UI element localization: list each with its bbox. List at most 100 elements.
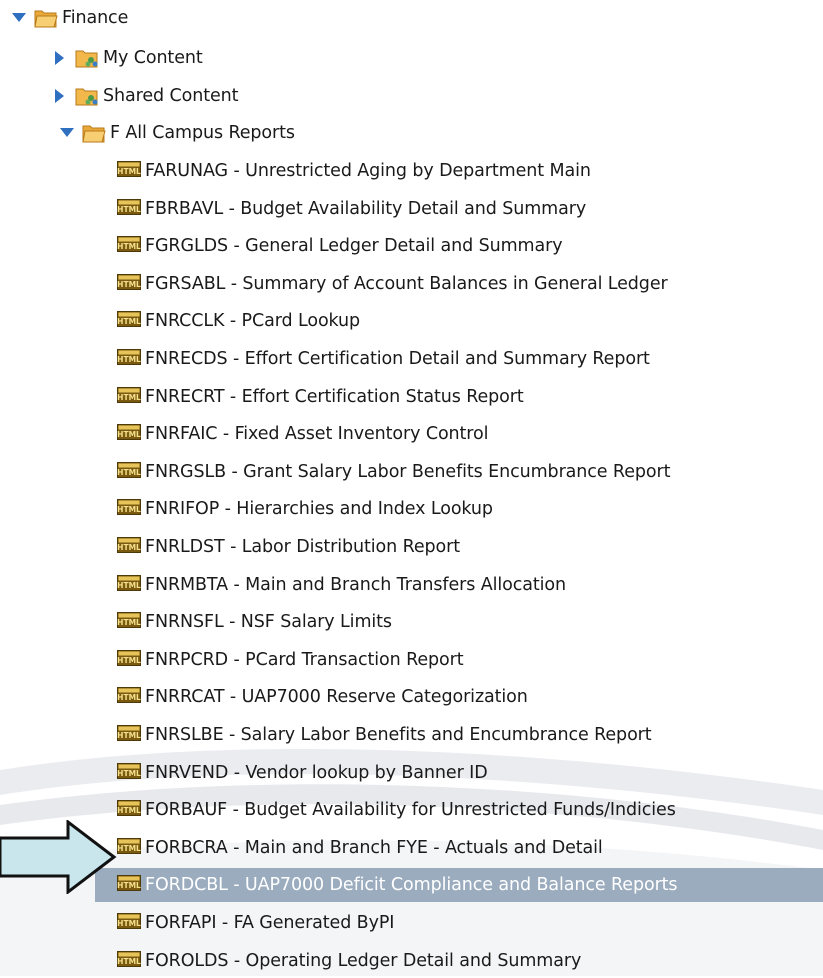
report-item[interactable]: HTML FNRVEND - Vendor lookup by Banner ID <box>117 756 823 790</box>
svg-text:HTML: HTML <box>117 317 141 326</box>
report-item[interactable]: HTML FOROLDS - Operating Ledger Detail an… <box>117 944 823 978</box>
svg-text:HTML: HTML <box>117 769 141 778</box>
tree-node-finance[interactable]: Finance <box>10 1 823 35</box>
folder-open-icon <box>82 122 106 144</box>
report-label: FNRMBTA - Main and Branch Transfers Allo… <box>145 575 566 595</box>
html-report-icon: HTML <box>117 950 141 972</box>
report-item[interactable]: HTML FGRSABL - Summary of Account Balance… <box>117 267 823 301</box>
html-report-icon: HTML <box>117 498 141 520</box>
folder-open-icon <box>34 7 58 29</box>
tree-node-label: F All Campus Reports <box>110 123 295 143</box>
svg-text:HTML: HTML <box>117 430 141 439</box>
expand-arrow-icon[interactable] <box>58 124 76 142</box>
svg-text:HTML: HTML <box>117 242 141 251</box>
report-label: FNRSLBE - Salary Labor Benefits and Encu… <box>145 725 652 745</box>
svg-text:HTML: HTML <box>117 806 141 815</box>
report-label: FORFAPI - FA Generated ByPI <box>145 913 395 933</box>
html-report-icon: HTML <box>117 235 141 257</box>
html-report-icon: HTML <box>117 686 141 708</box>
report-item[interactable]: HTML FNRNSFL - NSF Salary Limits <box>117 605 823 639</box>
html-report-icon: HTML <box>117 912 141 934</box>
report-label: FNRCCLK - PCard Lookup <box>145 311 361 331</box>
report-item[interactable]: HTML FORDCBL - UAP7000 Deficit Compliance… <box>95 868 823 902</box>
report-item[interactable]: HTML FNRMBTA - Main and Branch Transfers … <box>117 568 823 602</box>
report-label: FOROLDS - Operating Ledger Detail and Su… <box>145 951 582 971</box>
report-label: FNRVEND - Vendor lookup by Banner ID <box>145 763 488 783</box>
html-report-icon: HTML <box>117 198 141 220</box>
report-item[interactable]: HTML FNRLDST - Labor Distribution Report <box>117 530 823 564</box>
html-report-icon: HTML <box>117 649 141 671</box>
html-report-icon: HTML <box>117 799 141 821</box>
html-report-icon: HTML <box>117 160 141 182</box>
report-label: FNRGSLB - Grant Salary Labor Benefits En… <box>145 462 671 482</box>
report-item[interactable]: HTML FNRCCLK - PCard Lookup <box>117 304 823 338</box>
report-label: FNRIFOP - Hierarchies and Index Lookup <box>145 499 493 519</box>
svg-text:HTML: HTML <box>117 693 141 702</box>
report-item[interactable]: HTML FGRGLDS - General Ledger Detail and … <box>117 229 823 263</box>
report-item[interactable]: HTML FARUNAG - Unrestricted Aging by Depa… <box>117 154 823 188</box>
report-label: FARUNAG - Unrestricted Aging by Departme… <box>145 161 591 181</box>
report-label: FNRNSFL - NSF Salary Limits <box>145 612 392 632</box>
report-label: FNRECRT - Effort Certification Status Re… <box>145 387 524 407</box>
svg-text:HTML: HTML <box>117 505 141 514</box>
svg-text:HTML: HTML <box>117 543 141 552</box>
report-label: FNRPCRD - PCard Transaction Report <box>145 650 464 670</box>
html-report-icon: HTML <box>117 762 141 784</box>
report-label: FNRRCAT - UAP7000 Reserve Categorization <box>145 687 528 707</box>
report-item[interactable]: HTML FNRGSLB - Grant Salary Labor Benefit… <box>117 455 823 489</box>
tree-node-shared-content[interactable]: Shared Content <box>51 79 823 113</box>
svg-text:HTML: HTML <box>117 919 141 928</box>
svg-text:HTML: HTML <box>117 656 141 665</box>
svg-text:HTML: HTML <box>117 581 141 590</box>
shared-folder-icon <box>75 85 99 107</box>
report-label: FBRBAVL - Budget Availability Detail and… <box>145 199 587 219</box>
report-item[interactable]: HTML FORFAPI - FA Generated ByPI <box>117 906 823 940</box>
report-label: FNRLDST - Labor Distribution Report <box>145 537 460 557</box>
report-tree: Finance My Content Shared Content F All … <box>0 0 823 976</box>
svg-text:HTML: HTML <box>117 393 141 402</box>
tree-node-label: My Content <box>103 48 203 68</box>
svg-text:HTML: HTML <box>117 205 141 214</box>
tree-node-label: Shared Content <box>103 86 239 106</box>
report-item[interactable]: HTML FORBAUF - Budget Availability for Un… <box>117 793 823 827</box>
svg-text:HTML: HTML <box>117 881 141 890</box>
html-report-icon: HTML <box>117 386 141 408</box>
tree-node-my-content[interactable]: My Content <box>51 41 823 75</box>
report-item[interactable]: HTML FBRBAVL - Budget Availability Detail… <box>117 192 823 226</box>
report-label: FGRGLDS - General Ledger Detail and Summ… <box>145 236 563 256</box>
expand-arrow-icon[interactable] <box>10 9 28 27</box>
collapse-arrow-icon[interactable] <box>51 87 69 105</box>
collapse-arrow-icon[interactable] <box>51 49 69 67</box>
report-label: FORDCBL - UAP7000 Deficit Compliance and… <box>145 875 678 895</box>
html-report-icon: HTML <box>117 611 141 633</box>
report-label: FGRSABL - Summary of Account Balances in… <box>145 274 668 294</box>
report-item[interactable]: HTML FNRPCRD - PCard Transaction Report <box>117 643 823 677</box>
svg-text:HTML: HTML <box>117 355 141 364</box>
html-report-icon: HTML <box>117 348 141 370</box>
report-item[interactable]: HTML FORBCRA - Main and Branch FYE - Actu… <box>117 831 823 865</box>
report-item[interactable]: HTML FNRFAIC - Fixed Asset Inventory Cont… <box>117 417 823 451</box>
report-item[interactable]: HTML FNRECRT - Effort Certification Statu… <box>117 380 823 414</box>
html-report-icon: HTML <box>117 536 141 558</box>
report-item[interactable]: HTML FNRSLBE - Salary Labor Benefits and … <box>117 718 823 752</box>
html-report-icon: HTML <box>117 874 141 896</box>
report-item[interactable]: HTML FNRRCAT - UAP7000 Reserve Categoriza… <box>117 680 823 714</box>
report-label: FORBCRA - Main and Branch FYE - Actuals … <box>145 838 603 858</box>
tree-node-f-all-campus-reports[interactable]: F All Campus Reports <box>58 116 823 150</box>
svg-text:HTML: HTML <box>117 280 141 289</box>
html-report-icon: HTML <box>117 724 141 746</box>
html-report-icon: HTML <box>117 423 141 445</box>
svg-text:HTML: HTML <box>117 618 141 627</box>
report-item[interactable]: HTML FNRIFOP - Hierarchies and Index Look… <box>117 492 823 526</box>
pointer-arrow-icon <box>0 820 117 894</box>
shared-folder-icon <box>75 47 99 69</box>
report-label: FNRECDS - Effort Certification Detail an… <box>145 349 650 369</box>
html-report-icon: HTML <box>117 461 141 483</box>
tree-node-label: Finance <box>62 8 129 28</box>
svg-text:HTML: HTML <box>117 731 141 740</box>
html-report-icon: HTML <box>117 310 141 332</box>
report-label: FORBAUF - Budget Availability for Unrest… <box>145 800 676 820</box>
svg-text:HTML: HTML <box>117 468 141 477</box>
report-item[interactable]: HTML FNRECDS - Effort Certification Detai… <box>117 342 823 376</box>
html-report-icon: HTML <box>117 574 141 596</box>
